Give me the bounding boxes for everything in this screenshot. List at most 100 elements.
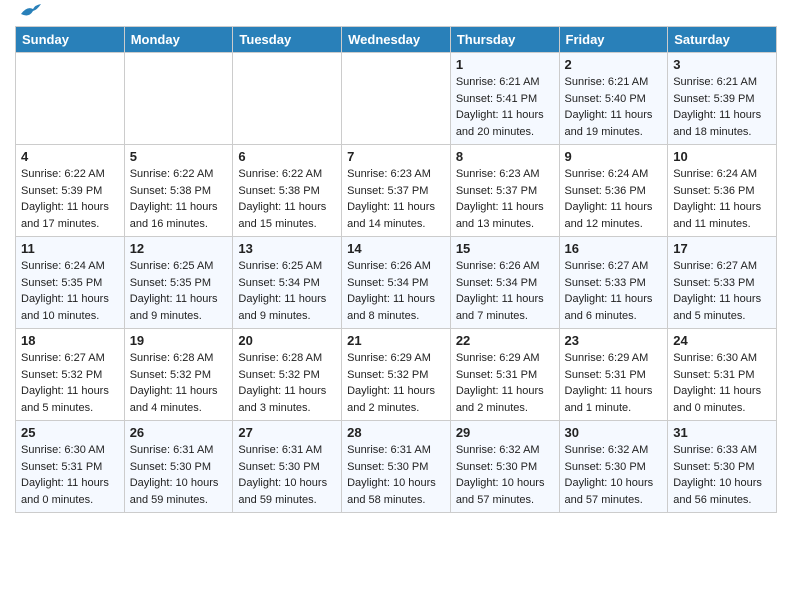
day-info: Sunrise: 6:31 AM Sunset: 5:30 PM Dayligh… <box>347 442 445 508</box>
day-number: 18 <box>21 333 119 348</box>
calendar-cell: 8 Sunrise: 6:23 AM Sunset: 5:37 PM Daylig… <box>450 145 559 237</box>
day-number: 28 <box>347 425 445 440</box>
col-sunday: Sunday <box>16 27 125 53</box>
calendar-cell: 29Sunrise: 6:32 AM Sunset: 5:30 PM Dayli… <box>450 421 559 513</box>
day-number: 21 <box>347 333 445 348</box>
day-info: Sunrise: 6:21 AM Sunset: 5:40 PM Dayligh… <box>565 74 663 140</box>
col-wednesday: Wednesday <box>342 27 451 53</box>
day-info: Sunrise: 6:23 AM Sunset: 5:37 PM Dayligh… <box>456 166 554 232</box>
calendar-cell: 21 Sunrise: 6:29 AM Sunset: 5:32 PM Dayli… <box>342 329 451 421</box>
calendar-cell: 1Sunrise: 6:21 AM Sunset: 5:41 PM Daylig… <box>450 53 559 145</box>
day-info: Sunrise: 6:28 AM Sunset: 5:32 PM Dayligh… <box>238 350 336 416</box>
day-info: Sunrise: 6:25 AM Sunset: 5:34 PM Dayligh… <box>238 258 336 324</box>
day-number: 30 <box>565 425 663 440</box>
calendar-cell: 14 Sunrise: 6:26 AM Sunset: 5:34 PM Dayli… <box>342 237 451 329</box>
day-number: 25 <box>21 425 119 440</box>
calendar-cell: 16 Sunrise: 6:27 AM Sunset: 5:33 PM Dayli… <box>559 237 668 329</box>
day-info: Sunrise: 6:24 AM Sunset: 5:35 PM Dayligh… <box>21 258 119 324</box>
day-info: Sunrise: 6:32 AM Sunset: 5:30 PM Dayligh… <box>565 442 663 508</box>
calendar-cell: 10Sunrise: 6:24 AM Sunset: 5:36 PM Dayli… <box>668 145 777 237</box>
day-info: Sunrise: 6:23 AM Sunset: 5:37 PM Dayligh… <box>347 166 445 232</box>
day-info: Sunrise: 6:27 AM Sunset: 5:33 PM Dayligh… <box>565 258 663 324</box>
calendar-cell: 30 Sunrise: 6:32 AM Sunset: 5:30 PM Dayli… <box>559 421 668 513</box>
day-number: 4 <box>21 149 119 164</box>
day-number: 5 <box>130 149 228 164</box>
day-number: 16 <box>565 241 663 256</box>
calendar-cell: 28 Sunrise: 6:31 AM Sunset: 5:30 PM Dayli… <box>342 421 451 513</box>
calendar-cell: 7 Sunrise: 6:23 AM Sunset: 5:37 PM Daylig… <box>342 145 451 237</box>
day-info: Sunrise: 6:29 AM Sunset: 5:32 PM Dayligh… <box>347 350 445 416</box>
calendar-cell: 23Sunrise: 6:29 AM Sunset: 5:31 PM Dayli… <box>559 329 668 421</box>
calendar-cell: 24Sunrise: 6:30 AM Sunset: 5:31 PM Dayli… <box>668 329 777 421</box>
calendar-cell: 25 Sunrise: 6:30 AM Sunset: 5:31 PM Dayli… <box>16 421 125 513</box>
col-monday: Monday <box>124 27 233 53</box>
calendar-cell: 2Sunrise: 6:21 AM Sunset: 5:40 PM Daylig… <box>559 53 668 145</box>
day-number: 10 <box>673 149 771 164</box>
day-number: 11 <box>21 241 119 256</box>
day-number: 22 <box>456 333 554 348</box>
day-number: 19 <box>130 333 228 348</box>
day-info: Sunrise: 6:27 AM Sunset: 5:32 PM Dayligh… <box>21 350 119 416</box>
day-info: Sunrise: 6:26 AM Sunset: 5:34 PM Dayligh… <box>347 258 445 324</box>
day-info: Sunrise: 6:22 AM Sunset: 5:38 PM Dayligh… <box>130 166 228 232</box>
calendar-cell <box>16 53 125 145</box>
day-info: Sunrise: 6:28 AM Sunset: 5:32 PM Dayligh… <box>130 350 228 416</box>
col-friday: Friday <box>559 27 668 53</box>
calendar-header-row: Sunday Monday Tuesday Wednesday Thursday… <box>16 27 777 53</box>
day-number: 12 <box>130 241 228 256</box>
calendar-cell: 9 Sunrise: 6:24 AM Sunset: 5:36 PM Daylig… <box>559 145 668 237</box>
calendar-cell: 6 Sunrise: 6:22 AM Sunset: 5:38 PM Daylig… <box>233 145 342 237</box>
day-number: 26 <box>130 425 228 440</box>
day-info: Sunrise: 6:25 AM Sunset: 5:35 PM Dayligh… <box>130 258 228 324</box>
day-number: 7 <box>347 149 445 164</box>
day-number: 14 <box>347 241 445 256</box>
col-tuesday: Tuesday <box>233 27 342 53</box>
day-info: Sunrise: 6:26 AM Sunset: 5:34 PM Dayligh… <box>456 258 554 324</box>
calendar-week-3: 11 Sunrise: 6:24 AM Sunset: 5:35 PM Dayli… <box>16 237 777 329</box>
day-info: Sunrise: 6:29 AM Sunset: 5:31 PM Dayligh… <box>565 350 663 416</box>
day-info: Sunrise: 6:21 AM Sunset: 5:39 PM Dayligh… <box>673 74 771 140</box>
calendar-cell: 15Sunrise: 6:26 AM Sunset: 5:34 PM Dayli… <box>450 237 559 329</box>
calendar-cell: 13 Sunrise: 6:25 AM Sunset: 5:34 PM Dayli… <box>233 237 342 329</box>
day-number: 3 <box>673 57 771 72</box>
day-number: 27 <box>238 425 336 440</box>
calendar-cell: 22Sunrise: 6:29 AM Sunset: 5:31 PM Dayli… <box>450 329 559 421</box>
logo <box>15 10 41 18</box>
calendar-cell: 18 Sunrise: 6:27 AM Sunset: 5:32 PM Dayli… <box>16 329 125 421</box>
day-info: Sunrise: 6:30 AM Sunset: 5:31 PM Dayligh… <box>21 442 119 508</box>
calendar-cell: 11 Sunrise: 6:24 AM Sunset: 5:35 PM Dayli… <box>16 237 125 329</box>
day-number: 13 <box>238 241 336 256</box>
calendar-cell: 31Sunrise: 6:33 AM Sunset: 5:30 PM Dayli… <box>668 421 777 513</box>
calendar-cell: 17 Sunrise: 6:27 AM Sunset: 5:33 PM Dayli… <box>668 237 777 329</box>
calendar-cell: 12 Sunrise: 6:25 AM Sunset: 5:35 PM Dayli… <box>124 237 233 329</box>
calendar-cell: 4 Sunrise: 6:22 AM Sunset: 5:39 PM Daylig… <box>16 145 125 237</box>
calendar-cell <box>124 53 233 145</box>
day-number: 20 <box>238 333 336 348</box>
day-info: Sunrise: 6:21 AM Sunset: 5:41 PM Dayligh… <box>456 74 554 140</box>
day-info: Sunrise: 6:27 AM Sunset: 5:33 PM Dayligh… <box>673 258 771 324</box>
calendar-cell <box>342 53 451 145</box>
day-number: 8 <box>456 149 554 164</box>
day-info: Sunrise: 6:30 AM Sunset: 5:31 PM Dayligh… <box>673 350 771 416</box>
col-saturday: Saturday <box>668 27 777 53</box>
day-info: Sunrise: 6:33 AM Sunset: 5:30 PM Dayligh… <box>673 442 771 508</box>
calendar-cell: 5 Sunrise: 6:22 AM Sunset: 5:38 PM Daylig… <box>124 145 233 237</box>
calendar-week-4: 18 Sunrise: 6:27 AM Sunset: 5:32 PM Dayli… <box>16 329 777 421</box>
calendar-cell: 3 Sunrise: 6:21 AM Sunset: 5:39 PM Daylig… <box>668 53 777 145</box>
day-number: 9 <box>565 149 663 164</box>
day-number: 6 <box>238 149 336 164</box>
day-info: Sunrise: 6:22 AM Sunset: 5:38 PM Dayligh… <box>238 166 336 232</box>
calendar-week-1: 1Sunrise: 6:21 AM Sunset: 5:41 PM Daylig… <box>16 53 777 145</box>
day-info: Sunrise: 6:22 AM Sunset: 5:39 PM Dayligh… <box>21 166 119 232</box>
day-info: Sunrise: 6:24 AM Sunset: 5:36 PM Dayligh… <box>565 166 663 232</box>
calendar-cell: 19 Sunrise: 6:28 AM Sunset: 5:32 PM Dayli… <box>124 329 233 421</box>
calendar-table: Sunday Monday Tuesday Wednesday Thursday… <box>15 26 777 513</box>
calendar-cell: 26Sunrise: 6:31 AM Sunset: 5:30 PM Dayli… <box>124 421 233 513</box>
calendar-cell: 27Sunrise: 6:31 AM Sunset: 5:30 PM Dayli… <box>233 421 342 513</box>
calendar-cell: 20 Sunrise: 6:28 AM Sunset: 5:32 PM Dayli… <box>233 329 342 421</box>
calendar-body: 1Sunrise: 6:21 AM Sunset: 5:41 PM Daylig… <box>16 53 777 513</box>
page-header <box>15 10 777 18</box>
col-thursday: Thursday <box>450 27 559 53</box>
day-number: 17 <box>673 241 771 256</box>
day-info: Sunrise: 6:32 AM Sunset: 5:30 PM Dayligh… <box>456 442 554 508</box>
